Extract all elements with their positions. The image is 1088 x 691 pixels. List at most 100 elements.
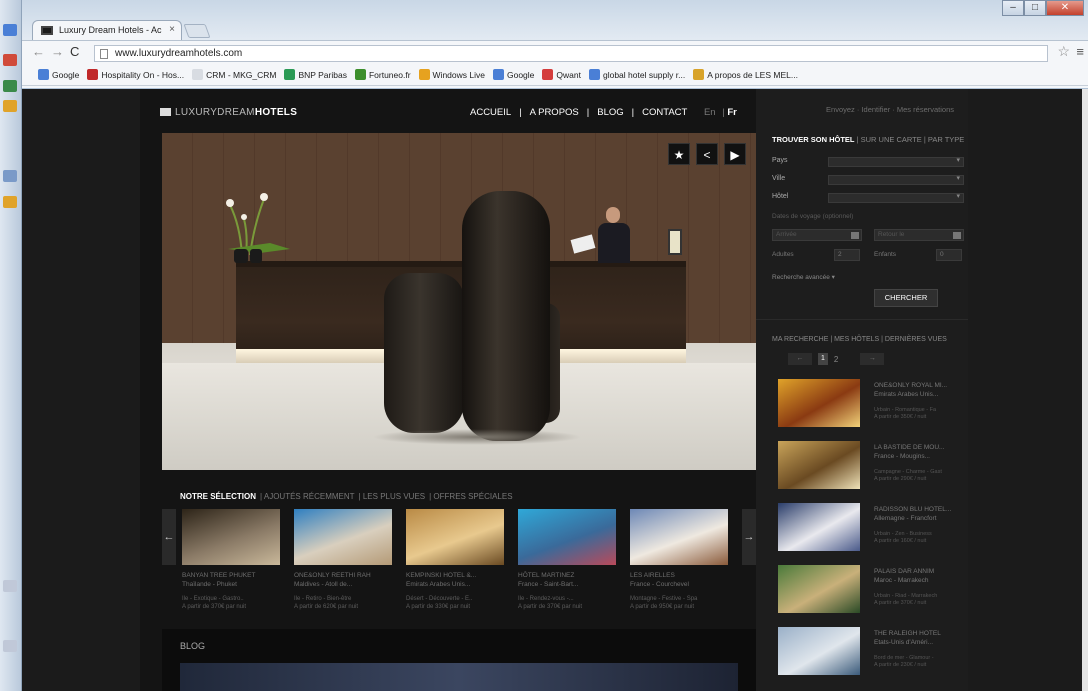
bookmark-item[interactable]: Google [38, 69, 79, 80]
window-controls: – □ ✕ [1002, 0, 1084, 18]
menu-icon[interactable]: ≡ [1076, 44, 1084, 59]
arrival-date-input[interactable]: Arrivée [772, 229, 862, 241]
bookmark-item[interactable]: Fortuneo.fr [354, 69, 411, 80]
recent-hotel-image[interactable] [778, 565, 860, 613]
account-links[interactable]: Envoyez · Identifier · Mes réservations [826, 105, 954, 114]
bookmark-star-icon[interactable]: ☆ [1057, 43, 1070, 60]
bookmark-item[interactable]: Google [492, 69, 534, 80]
blog-image[interactable] [180, 663, 738, 691]
recent-hotel-title[interactable]: PALAIS DAR ANNIM Maroc - Marrakech [874, 567, 934, 585]
bookmark-item[interactable]: Qwant [542, 69, 581, 80]
recent-hotel-item[interactable]: ONE&ONLY ROYAL MI... Emirats Arabes Unis.… [778, 379, 964, 427]
recent-hotel-title[interactable]: THE RALEIGH HOTEL Etats-Unis d'Améri... [874, 629, 941, 647]
bookmark-item[interactable]: Hospitality On - Hos... [87, 69, 184, 80]
pays-select[interactable] [828, 156, 964, 167]
bookmark-item[interactable]: A propos de LES MEL... [693, 69, 798, 80]
favorite-star-icon[interactable]: ★ [668, 143, 690, 165]
address-bar[interactable]: www.luxurydreamhotels.com [94, 45, 1048, 62]
hotel-card-title[interactable]: KEMPINSKI HOTEL &... Emirats Arabes Unis.… [406, 571, 504, 589]
recent-tabs[interactable]: MA RECHERCHE | MES HÔTELS | DERNIÈRES VU… [772, 336, 947, 343]
hotel-card-image[interactable] [182, 509, 280, 565]
nav-contact[interactable]: CONTACT [642, 107, 687, 118]
recent-hotel-item[interactable]: THE RALEIGH HOTEL Etats-Unis d'Améri... Bo… [778, 627, 964, 675]
search-button[interactable]: CHERCHER [874, 289, 938, 307]
children-stepper[interactable]: 0 [936, 249, 962, 261]
carousel-prev-button[interactable]: ← [162, 509, 176, 565]
browser-toolbar: ←→C www.luxurydreamhotels.com ☆ ≡ [22, 40, 1088, 64]
bookmark-item[interactable]: Windows Live [418, 69, 485, 80]
hotel-card[interactable]: KEMPINSKI HOTEL &... Emirats Arabes Unis.… [406, 509, 504, 611]
logo-icon [160, 108, 171, 116]
scrollbar[interactable] [1082, 89, 1088, 691]
hotel-card-title[interactable]: HÔTEL MARTINEZ France - Saint-Bart... [518, 571, 616, 589]
pager-prev-button[interactable]: ← [788, 353, 812, 365]
nav-accueil[interactable]: ACCUEIL [470, 107, 511, 118]
recent-hotel-item[interactable]: LA BASTIDE DE MOU... France - Mougins... C… [778, 441, 964, 489]
pager-page-2[interactable]: 2 [834, 355, 838, 364]
recent-hotel-title[interactable]: LA BASTIDE DE MOU... France - Mougins... [874, 443, 944, 461]
hotel-card-image[interactable] [518, 509, 616, 565]
recent-hotel-item[interactable]: RADISSON BLU HOTEL... Allemagne - Francfo… [778, 503, 964, 551]
recent-hotel-image[interactable] [778, 627, 860, 675]
hotel-card-details: Ile - Rendez-vous -... A partir de 370€ p… [518, 596, 583, 610]
tab-close-icon[interactable]: × [169, 24, 175, 35]
maximize-button[interactable]: □ [1024, 0, 1046, 16]
close-window-button[interactable]: ✕ [1046, 0, 1084, 16]
hotel-card[interactable]: LES AIRELLES France - Courchevel Montagne … [630, 509, 728, 611]
pager-page-1[interactable]: 1 [818, 353, 828, 365]
tab-notre-selection[interactable]: NOTRE SÉLECTION [180, 492, 256, 501]
hotel-card[interactable]: HÔTEL MARTINEZ France - Saint-Bart... Ile … [518, 509, 616, 611]
recent-hotel-image[interactable] [778, 503, 860, 551]
tab-ajoutes-recemment[interactable]: AJOUTÉS RÉCEMMENT [264, 492, 355, 501]
calendar-icon [851, 232, 859, 239]
site-logo[interactable]: LUXURYDREAMHOTELS [160, 107, 297, 118]
hero-image: ★ < ▶ [162, 133, 756, 470]
navigation-buttons: ←→C [32, 44, 85, 59]
recent-hotel-title[interactable]: RADISSON BLU HOTEL... Allemagne - Francfo… [874, 505, 951, 523]
field-label-ville: Ville [772, 175, 786, 182]
hotel-card-image[interactable] [630, 509, 728, 565]
recent-hotel-image[interactable] [778, 379, 860, 427]
hotel-card-title[interactable]: ONE&ONLY REETHI RAH Maldives - Atoll de..… [294, 571, 392, 589]
pager-next-button[interactable]: → [860, 353, 885, 365]
hotel-card-image[interactable] [294, 509, 392, 565]
minimize-button[interactable]: – [1002, 0, 1024, 16]
carousel-next-button[interactable]: → [742, 509, 756, 565]
nav-a-propos[interactable]: A PROPOS [530, 107, 579, 118]
tab-offres-speciales[interactable]: OFFRES SPÉCIALES [433, 492, 512, 501]
lang-fr[interactable]: Fr [727, 107, 737, 118]
forward-button[interactable]: → [51, 44, 70, 59]
recent-hotel-image[interactable] [778, 441, 860, 489]
favicon-icon [41, 26, 53, 35]
advanced-search-toggle[interactable]: Recherche avancée ▾ [772, 273, 835, 281]
bookmark-favicon-icon [354, 69, 366, 80]
bookmark-item[interactable]: BNP Paribas [284, 69, 347, 80]
browser-tab[interactable]: Luxury Dream Hotels - Ac × [32, 20, 182, 40]
hotel-card[interactable]: BANYAN TREE PHUKET Thaïlande - Phuket Ile … [182, 509, 280, 611]
recent-hotel-item[interactable]: PALAIS DAR ANNIM Maroc - Marrakech Urbain … [778, 565, 964, 613]
page-viewport: LUXURYDREAMHOTELS ACCUEIL | A PROPOS | BLOG |… [22, 89, 1082, 691]
nav-blog[interactable]: BLOG [597, 107, 623, 118]
bookmark-item[interactable]: CRM - MKG_CRM [192, 69, 276, 80]
bookmark-item[interactable]: global hotel supply r... [588, 69, 685, 80]
lang-en[interactable]: En [704, 107, 716, 118]
back-button[interactable]: ← [32, 44, 51, 59]
share-icon[interactable]: < [696, 143, 718, 165]
hotel-card-title[interactable]: LES AIRELLES France - Courchevel [630, 571, 728, 589]
recent-hotel-title[interactable]: ONE&ONLY ROYAL MI... Emirats Arabes Unis.… [874, 381, 947, 399]
adults-stepper[interactable]: 2 [834, 249, 860, 261]
hotel-select[interactable] [828, 192, 964, 203]
new-tab-button[interactable] [183, 24, 211, 38]
selection-tabs: NOTRE SÉLECTION | AJOUTÉS RÉCEMMENT | LES … [180, 492, 513, 501]
hotel-card[interactable]: ONE&ONLY REETHI RAH Maldives - Atoll de..… [294, 509, 392, 611]
field-label-hotel: Hôtel [772, 193, 789, 200]
recent-hotel-details: Bord de mer - Glamour -A partir de 230€ … [874, 655, 934, 668]
hotel-card-title[interactable]: BANYAN TREE PHUKET Thaïlande - Phuket [182, 571, 280, 589]
hotel-card-image[interactable] [406, 509, 504, 565]
bookmark-favicon-icon [87, 69, 99, 80]
departure-date-input[interactable]: Retour le [874, 229, 964, 241]
reload-button[interactable]: C [70, 44, 85, 59]
play-video-icon[interactable]: ▶ [724, 143, 746, 165]
tab-les-plus-vues[interactable]: LES PLUS VUES [363, 492, 425, 501]
ville-select[interactable] [828, 174, 964, 185]
